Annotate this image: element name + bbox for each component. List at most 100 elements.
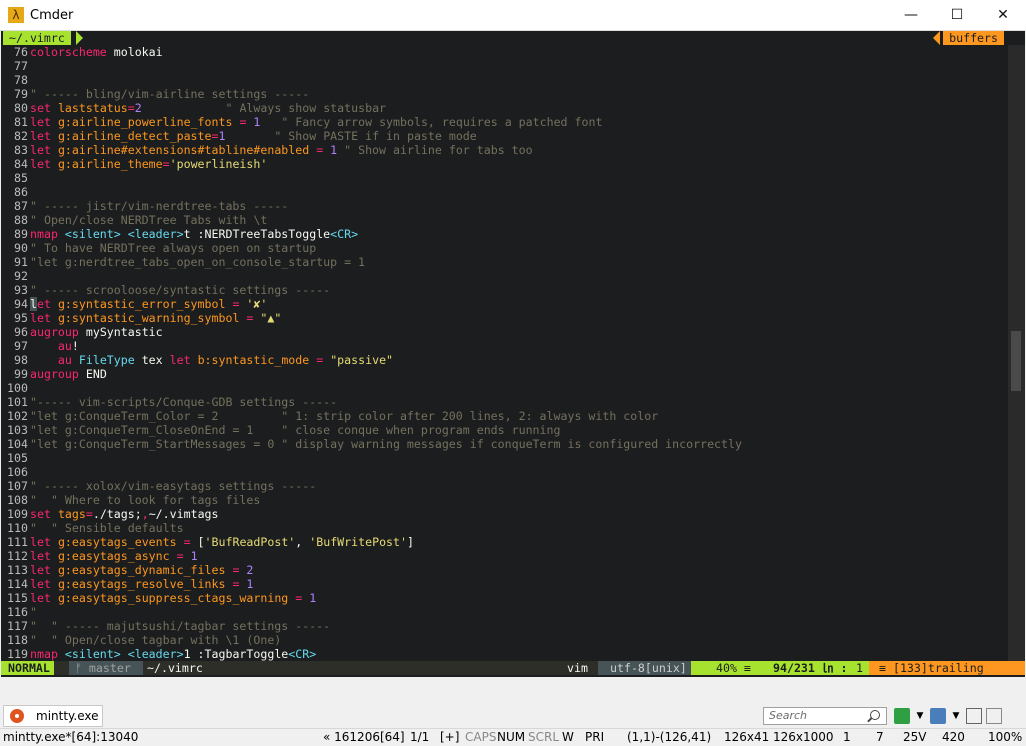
code-line[interactable]: 109 set tags=./tags;,~/.vimtags xyxy=(1,507,1025,521)
code-line[interactable]: 92 xyxy=(1,269,1025,283)
code-line[interactable]: 110 " " Sensible defaults xyxy=(1,521,1025,535)
status-v2: 7 xyxy=(876,730,884,744)
code-line[interactable]: 103 "let g:ConqueTerm_CloseOnEnd = 1 " cl… xyxy=(1,423,1025,437)
code-token: <leader> xyxy=(127,647,184,661)
console-tab[interactable]: mintty.exe xyxy=(3,705,103,727)
code-line[interactable]: 111 let g:easytags_events = ['BufReadPost… xyxy=(1,535,1025,549)
scrollbar-thumb[interactable] xyxy=(1011,331,1021,391)
line-number-symbol: ㏑ : xyxy=(821,661,848,675)
status-column: 1 xyxy=(856,661,863,675)
code-token: "let g:ConqueTerm_Color = 2 " 1: strip c… xyxy=(30,409,659,423)
settings-menu-icon[interactable] xyxy=(986,708,1002,724)
code-line[interactable]: 97 au! xyxy=(1,339,1025,353)
code-line[interactable]: 82 let g:airline_detect_paste=1 " Show PA… xyxy=(1,129,1025,143)
code-token: <silent> xyxy=(64,227,121,241)
status-line-count: 94/231 ㏑ : xyxy=(773,661,847,675)
code-line[interactable]: 89 nmap <silent> <leader>t :NERDTreeTabsT… xyxy=(1,227,1025,241)
line-number: 101 xyxy=(7,395,28,409)
code-line[interactable]: 108 " " Where to look for tags files xyxy=(1,493,1025,507)
code-token: "let g:nerdtree_tabs_open_on_console_sta… xyxy=(30,255,366,269)
line-number: 81 xyxy=(14,115,28,129)
vim-tab-vimrc[interactable]: ~/.vimrc xyxy=(3,31,71,45)
code-line[interactable]: 80 set laststatus=2 " Always show statusb… xyxy=(1,101,1025,115)
code-line[interactable]: 77 xyxy=(1,59,1025,73)
code-line[interactable]: 95 let g:syntastic_warning_symbol = "▲" xyxy=(1,311,1025,325)
code-line[interactable]: 113 let g:easytags_dynamic_files = 2 xyxy=(1,563,1025,577)
code-line[interactable]: 85 xyxy=(1,171,1025,185)
status-process[interactable]: mintty.exe*[64]:13040 xyxy=(3,729,138,745)
code-line[interactable]: 105 xyxy=(1,451,1025,465)
line-number: 91 xyxy=(14,255,28,269)
code-line[interactable]: 101 "----- vim-scripts/Conque-GDB setting… xyxy=(1,395,1025,409)
code-line[interactable]: 104 "let g:ConqueTerm_StartMessages = 0 "… xyxy=(1,437,1025,451)
code-token: 1 xyxy=(246,577,254,591)
line-number: 110 xyxy=(7,521,28,535)
code-line[interactable]: 88 " Open/close NERDTree Tabs with \t xyxy=(1,213,1025,227)
split-view-icon[interactable] xyxy=(930,708,946,724)
code-token: " ----- bling/vim-airline settings ----- xyxy=(30,87,310,101)
code-line[interactable]: 84 let g:airline_theme='powerlineish' xyxy=(1,157,1025,171)
code-token: <CR> xyxy=(288,647,317,661)
code-token: 1 :TagbarToggle xyxy=(183,647,289,661)
code-line[interactable]: 102 "let g:ConqueTerm_Color = 2 " 1: stri… xyxy=(1,409,1025,423)
code-line[interactable]: 91 "let g:nerdtree_tabs_open_on_console_s… xyxy=(1,255,1025,269)
terminal-pane[interactable]: ~/.vimrc buffers 76 colorscheme molokai 77… xyxy=(1,31,1025,677)
code-line[interactable]: 76 colorscheme molokai xyxy=(1,45,1025,59)
code-line[interactable]: 93 " ----- scrooloose/syntastic settings … xyxy=(1,283,1025,297)
search-placeholder: Search xyxy=(769,709,808,722)
code-token: " ----- jistr/vim-nerdtree-tabs ----- xyxy=(30,199,289,213)
code-line[interactable]: 96 augroup mySyntastic xyxy=(1,325,1025,339)
code-line[interactable]: 78 xyxy=(1,73,1025,87)
conemu-status-bar: mintty.exe*[64]:13040 « 161206[64] 1/1 [… xyxy=(0,728,1026,746)
close-button[interactable]: ✕ xyxy=(980,0,1026,30)
new-console-dropdown-icon[interactable]: ▼ xyxy=(912,708,928,724)
code-line[interactable]: 94 let g:syntastic_error_symbol = '✘' xyxy=(1,297,1025,311)
code-line[interactable]: 98 au FileType tex let b:syntastic_mode … xyxy=(1,353,1025,367)
minimize-button[interactable]: — xyxy=(888,0,934,30)
code-line[interactable]: 81 let g:airline_powerline_fonts = 1 " Fa… xyxy=(1,115,1025,129)
code-line[interactable]: 106 xyxy=(1,465,1025,479)
code-token: 'BufReadPost' xyxy=(204,535,296,549)
code-line[interactable]: 117 " " ----- majutsushi/tagbar settings … xyxy=(1,619,1025,633)
search-input[interactable]: Search xyxy=(763,707,887,725)
code-line[interactable]: 99 augroup END xyxy=(1,367,1025,381)
code-line[interactable]: 87 " ----- jistr/vim-nerdtree-tabs ----- xyxy=(1,199,1025,213)
code-line[interactable]: 107 " ----- xolox/vim-easytags settings -… xyxy=(1,479,1025,493)
code-token: [ xyxy=(190,535,205,549)
ubuntu-icon-dot xyxy=(15,714,19,718)
status-build: « 161206[64] xyxy=(323,730,405,744)
code-token: " ----- xolox/vim-easytags settings ----… xyxy=(30,479,317,493)
code-token: au xyxy=(57,339,72,353)
lock-icon[interactable] xyxy=(966,708,982,724)
code-editor[interactable]: 76 colorscheme molokai 77 78 79 " ----- bling… xyxy=(1,45,1025,661)
code-line[interactable]: 90 " To have NERDTree always open on star… xyxy=(1,241,1025,255)
line-number: 77 xyxy=(14,59,28,73)
code-line[interactable]: 86 xyxy=(1,185,1025,199)
code-line[interactable]: 83 let g:airline#extensions#tabline#enabl… xyxy=(1,143,1025,157)
new-console-icon[interactable] xyxy=(894,708,910,724)
code-line[interactable]: 115 let g:easytags_suppress_ctags_warning… xyxy=(1,591,1025,605)
maximize-button[interactable]: ☐ xyxy=(934,0,980,30)
code-line[interactable]: 79 " ----- bling/vim-airline settings ---… xyxy=(1,87,1025,101)
code-line[interactable]: 112 let g:easytags_async = 1 xyxy=(1,549,1025,563)
split-dropdown-icon[interactable]: ▼ xyxy=(948,708,964,724)
code-token: "▲" xyxy=(260,311,282,325)
code-line[interactable]: 116 " xyxy=(1,605,1025,619)
status-num: NUM xyxy=(497,730,526,744)
code-line[interactable]: 114 let g:easytags_resolve_links = 1 xyxy=(1,577,1025,591)
line-number: 106 xyxy=(7,465,28,479)
status-coords: (1,1)-(126,41) xyxy=(627,730,712,744)
code-line[interactable]: 119 nmap <silent> <leader>1 :TagbarToggle… xyxy=(1,647,1025,661)
code-token: " Show airline for tabs too xyxy=(344,143,533,157)
code-token: let xyxy=(30,535,51,549)
code-line[interactable]: 100 xyxy=(1,381,1025,395)
code-line[interactable]: 118 " " Open/close tagbar with \1 (One) xyxy=(1,633,1025,647)
code-token: , xyxy=(295,535,310,549)
